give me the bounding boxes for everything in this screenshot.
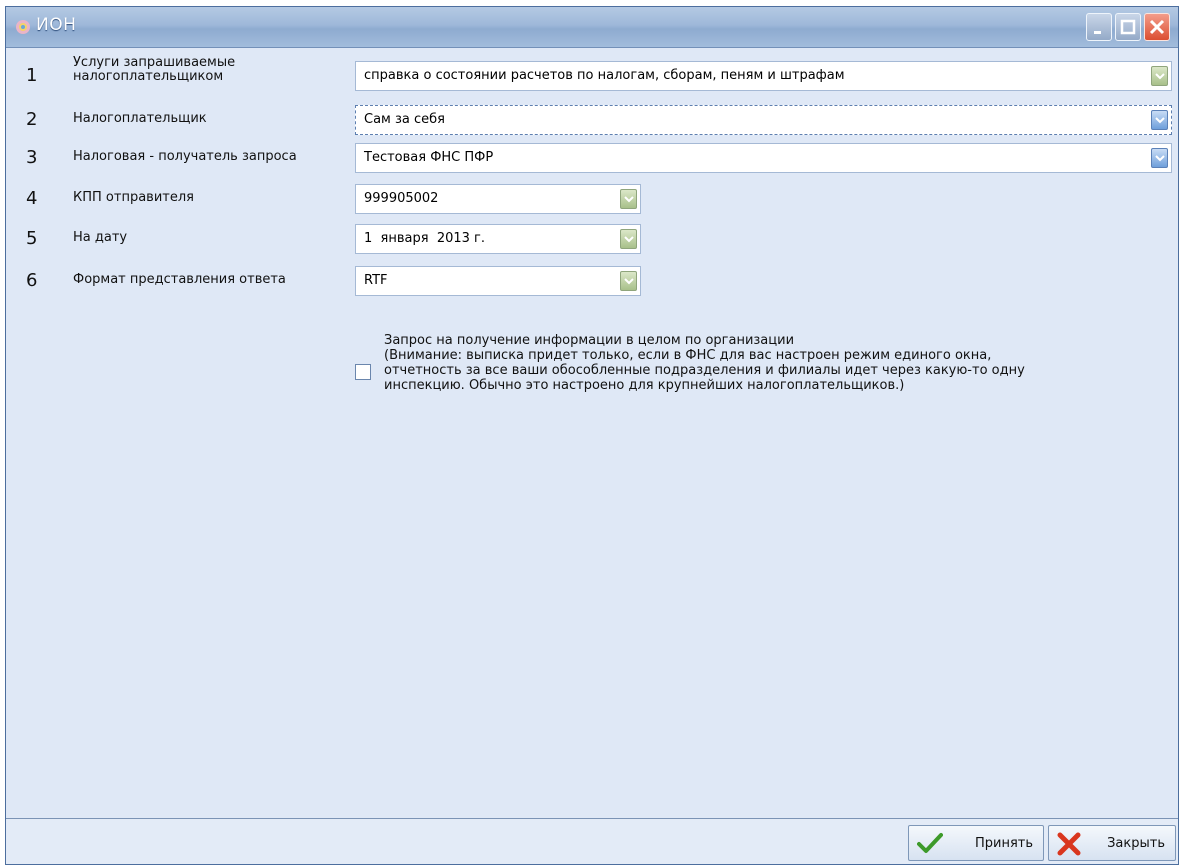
button-bar: Принять Закрыть: [6, 818, 1178, 864]
row-number: 5: [26, 228, 38, 249]
date-dropdown-button[interactable]: [620, 229, 637, 249]
taxpayer-value: Сам за себя: [364, 112, 445, 127]
row-format: 6 Формат представления ответа RTF: [6, 266, 1178, 296]
kpp-dropdown-button[interactable]: [620, 189, 637, 209]
kpp-label: КПП отправителя: [73, 190, 194, 205]
row-date: 5 На дату 1 января 2013 г.: [6, 224, 1178, 254]
app-icon: [16, 20, 30, 34]
row-number: 2: [26, 109, 38, 130]
whole-organization-note: Запрос на получение информации в целом п…: [384, 333, 1025, 393]
format-label: Формат представления ответа: [73, 272, 286, 287]
services-dropdown-button[interactable]: [1151, 66, 1168, 86]
tax-office-select[interactable]: Тестовая ФНС ПФР: [355, 143, 1172, 173]
checkmark-icon: [917, 833, 943, 853]
tax-office-value: Тестовая ФНС ПФР: [364, 150, 494, 165]
services-label: Услуги запрашиваемые налогоплательщиком: [73, 55, 236, 84]
minimize-button[interactable]: [1086, 13, 1112, 41]
close-window-button[interactable]: [1144, 13, 1170, 41]
maximize-button[interactable]: [1115, 13, 1141, 41]
ion-window: ИОН 1 Услуги запрашиваемые налогоплательщ…: [5, 6, 1179, 865]
title-bar[interactable]: ИОН: [6, 7, 1178, 48]
date-label: На дату: [73, 230, 128, 245]
format-value: RTF: [364, 273, 388, 288]
taxpayer-select[interactable]: Сам за себя: [355, 105, 1172, 135]
close-icon: [1149, 19, 1165, 35]
kpp-select[interactable]: 999905002: [355, 184, 641, 214]
row-number: 6: [26, 270, 38, 291]
date-value: 1 января 2013 г.: [364, 231, 485, 246]
row-tax-office: 3 Налоговая - получатель запроса Тестова…: [6, 143, 1178, 173]
kpp-value: 999905002: [364, 191, 439, 206]
maximize-icon: [1120, 19, 1136, 35]
cross-icon: [1057, 832, 1081, 856]
close-button-label: Закрыть: [1107, 836, 1165, 851]
chevron-down-icon: [1155, 155, 1165, 162]
taxpayer-dropdown-button[interactable]: [1151, 110, 1168, 130]
accept-button-label: Принять: [974, 836, 1033, 851]
chevron-down-icon: [624, 236, 634, 243]
services-value: справка о состоянии расчетов по налогам,…: [364, 68, 845, 83]
date-picker[interactable]: 1 января 2013 г.: [355, 224, 641, 254]
services-select[interactable]: справка о состоянии расчетов по налогам,…: [355, 61, 1172, 91]
window-title: ИОН: [36, 15, 77, 35]
tax-office-dropdown-button[interactable]: [1151, 148, 1168, 168]
tax-office-label: Налоговая - получатель запроса: [73, 149, 297, 164]
row-number: 4: [26, 188, 38, 209]
close-button[interactable]: Закрыть: [1048, 825, 1176, 861]
chevron-down-icon: [624, 196, 634, 203]
chevron-down-icon: [1155, 117, 1165, 124]
row-number: 1: [26, 65, 38, 86]
row-kpp: 4 КПП отправителя 999905002: [6, 184, 1178, 214]
accept-button[interactable]: Принять: [908, 825, 1044, 861]
row-taxpayer: 2 Налогоплательщик Сам за себя: [6, 105, 1178, 135]
whole-organization-checkbox[interactable]: [355, 364, 371, 380]
row-services: 1 Услуги запрашиваемые налогоплательщиком…: [6, 56, 1178, 91]
row-number: 3: [26, 147, 38, 168]
chevron-down-icon: [1155, 73, 1165, 80]
format-select[interactable]: RTF: [355, 266, 641, 296]
format-dropdown-button[interactable]: [620, 271, 637, 291]
minimize-icon: [1094, 31, 1101, 34]
chevron-down-icon: [624, 278, 634, 285]
taxpayer-label: Налогоплательщик: [73, 111, 207, 126]
